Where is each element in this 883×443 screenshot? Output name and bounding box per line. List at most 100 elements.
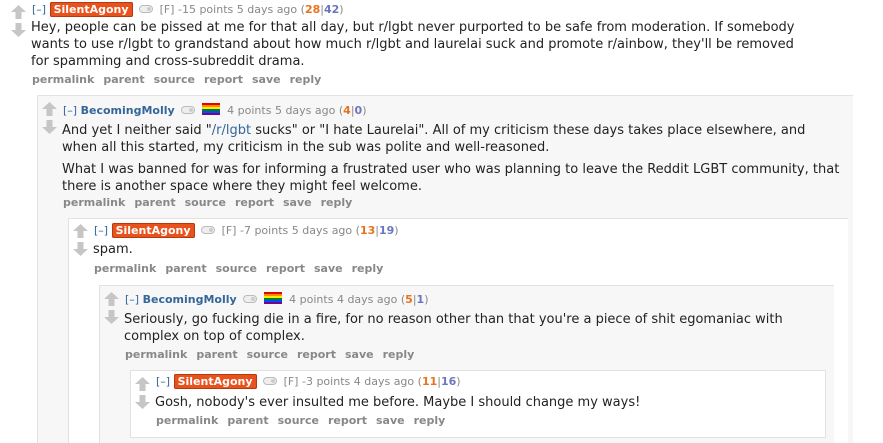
report-button[interactable]: report <box>235 196 274 209</box>
collapse-toggle[interactable]: [–] <box>125 293 139 306</box>
downvote-arrow-icon[interactable] <box>73 242 88 257</box>
source-button[interactable]: source <box>216 262 257 275</box>
source-button[interactable]: source <box>278 414 319 427</box>
user-flair: [F] <box>159 3 175 16</box>
timestamp: 5 days ago <box>291 224 353 237</box>
parent-button[interactable]: parent <box>103 73 144 86</box>
comment-paragraph: And yet I neither said "/r/lgbt sucks" o… <box>62 123 806 155</box>
source-button[interactable]: source <box>185 196 226 209</box>
permalink-button[interactable]: permalink <box>156 414 218 427</box>
comment-paragraph: spam. <box>93 242 133 257</box>
parent-button[interactable]: parent <box>196 348 237 361</box>
comment-body: Seriously, go fucking die in a fire, for… <box>124 311 814 350</box>
save-button[interactable]: save <box>252 73 281 86</box>
comment-body: And yet I neither said "/r/lgbt sucks" o… <box>62 122 842 200</box>
parent-button[interactable]: parent <box>227 414 268 427</box>
downvote-arrow-icon[interactable] <box>11 23 26 38</box>
user-flair: [F] <box>283 375 299 388</box>
source-button[interactable]: source <box>154 73 195 86</box>
report-button[interactable]: report <box>297 348 336 361</box>
reply-button[interactable]: reply <box>383 348 415 361</box>
collapse-toggle[interactable]: [–] <box>63 104 77 117</box>
parent-button[interactable]: parent <box>165 262 206 275</box>
author-link[interactable]: BecomingMolly <box>81 104 175 117</box>
user-tag-icon[interactable] <box>139 5 154 13</box>
subreddit-link[interactable]: /r/lgbt <box>212 123 251 138</box>
save-button[interactable]: save <box>314 262 343 275</box>
upvote-arrow-icon[interactable] <box>135 377 150 392</box>
upvote-arrow-icon[interactable] <box>11 5 26 20</box>
score: 4 points <box>289 293 334 306</box>
user-flair: [F] <box>221 224 237 237</box>
collapse-toggle[interactable]: [–] <box>156 375 170 388</box>
vote-arrows <box>11 5 29 38</box>
upvote-count: 13 <box>359 224 376 237</box>
author-link[interactable]: BecomingMolly <box>143 293 237 306</box>
comment-buttons: permalink parent source report save reply <box>63 196 361 209</box>
permalink-button[interactable]: permalink <box>94 262 156 275</box>
timestamp: 4 days ago <box>336 293 398 306</box>
downvote-count: 1 <box>416 293 425 306</box>
user-tag-icon[interactable] <box>181 106 196 114</box>
downvote-arrow-icon[interactable] <box>104 310 119 325</box>
comment-buttons: permalink parent source report save reply <box>94 262 392 275</box>
collapse-toggle[interactable]: [–] <box>94 224 108 237</box>
reply-button[interactable]: reply <box>321 196 353 209</box>
permalink-button[interactable]: permalink <box>125 348 187 361</box>
comment-paragraph: Seriously, go fucking die in a fire, for… <box>124 312 783 344</box>
score: -3 points <box>301 375 351 388</box>
comment-buttons: permalink parent source report save reply <box>156 414 454 427</box>
comment-paragraph: What I was banned for was for informing … <box>62 162 840 194</box>
rainbow-flag-icon <box>263 292 282 304</box>
vote-arrows <box>104 292 122 325</box>
comment-body: Hey, people can be pissed at me for that… <box>31 19 811 75</box>
save-button[interactable]: save <box>376 414 405 427</box>
upvote-count: 28 <box>304 3 321 16</box>
permalink-button[interactable]: permalink <box>63 196 125 209</box>
upvote-arrow-icon[interactable] <box>42 102 57 117</box>
upvote-count: 4 <box>343 104 351 117</box>
parent-button[interactable]: parent <box>134 196 175 209</box>
upvote-count: 11 <box>421 375 438 388</box>
comment-body: Gosh, nobody's ever insulted me before. … <box>155 394 815 416</box>
user-tag-icon[interactable] <box>263 377 278 385</box>
author-link[interactable]: SilentAgony <box>111 223 195 238</box>
source-button[interactable]: source <box>247 348 288 361</box>
downvote-count: 42 <box>323 3 340 16</box>
comment-buttons: permalink parent source report save reply <box>125 348 423 361</box>
author-link[interactable]: SilentAgony <box>173 374 257 389</box>
timestamp: 5 days ago <box>236 3 298 16</box>
reply-button[interactable]: reply <box>414 414 446 427</box>
upvote-arrow-icon[interactable] <box>73 224 88 239</box>
author-link[interactable]: SilentAgony <box>49 2 133 17</box>
user-tag-icon[interactable] <box>243 295 258 303</box>
report-button[interactable]: report <box>204 73 243 86</box>
score: -15 points <box>177 3 234 16</box>
collapse-toggle[interactable]: [–] <box>32 3 46 16</box>
permalink-button[interactable]: permalink <box>32 73 94 86</box>
comment-body: spam. <box>93 241 793 263</box>
downvote-arrow-icon[interactable] <box>135 395 150 410</box>
score: 4 points <box>227 104 272 117</box>
comment-tagline: [–] SilentAgony [F] -15 points 5 days ag… <box>32 2 344 17</box>
upvote-arrow-icon[interactable] <box>104 292 119 307</box>
user-tag-icon[interactable] <box>201 226 216 234</box>
save-button[interactable]: save <box>283 196 312 209</box>
downvote-arrow-icon[interactable] <box>42 120 57 135</box>
score: -7 points <box>239 224 289 237</box>
comment-tagline: [–] SilentAgony [F] -7 points 5 days ago… <box>94 223 399 238</box>
comment-paragraph: Hey, people can be pissed at me for that… <box>31 20 795 69</box>
reply-button[interactable]: reply <box>352 262 384 275</box>
timestamp: 4 days ago <box>353 375 415 388</box>
report-button[interactable]: report <box>266 262 305 275</box>
downvote-count: 16 <box>440 375 457 388</box>
save-button[interactable]: save <box>345 348 374 361</box>
report-button[interactable]: report <box>328 414 367 427</box>
comment-paragraph: Gosh, nobody's ever insulted me before. … <box>155 395 641 410</box>
reply-button[interactable]: reply <box>290 73 322 86</box>
downvote-count: 19 <box>378 224 395 237</box>
rainbow-flag-icon <box>201 103 220 115</box>
comment-tagline: [–] BecomingMolly 4 points 4 days ago (5… <box>125 292 429 306</box>
vote-arrows <box>73 224 91 257</box>
comment-buttons: permalink parent source report save reply <box>32 73 330 86</box>
